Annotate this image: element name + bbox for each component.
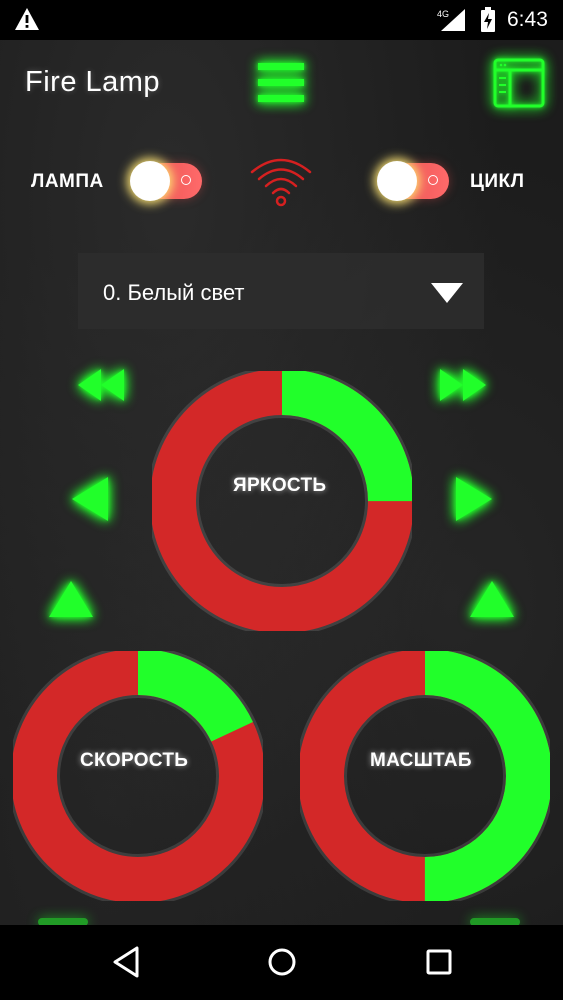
- cycle-toggle[interactable]: [377, 161, 451, 201]
- cycle-toggle-label: ЦИКЛ: [470, 171, 525, 192]
- dropdown-arrow-icon: [431, 283, 463, 308]
- brightness-dial[interactable]: ЯРКОСТЬ: [147, 366, 417, 636]
- mode-select-value: 0. Белый свет: [103, 280, 245, 305]
- home-icon[interactable]: [266, 945, 298, 984]
- rewind-button[interactable]: [74, 366, 128, 409]
- signal-icon: 4G: [437, 8, 469, 37]
- window-panel-icon[interactable]: [492, 57, 546, 114]
- scale-dial[interactable]: МАСШТАБ: [295, 646, 555, 906]
- status-clock: 6:43: [507, 8, 548, 31]
- lamp-toggle[interactable]: [130, 161, 204, 201]
- toggle-off-indicator-icon: [428, 175, 438, 185]
- toggle-off-indicator-icon: [181, 175, 191, 185]
- mode-select[interactable]: 0. Белый свет: [78, 253, 484, 329]
- speed-up-button[interactable]: [47, 578, 95, 625]
- app-screen: 4G 6:43 Fire Lamp ЛАМПА ЦИКЛ 0. Белый св…: [0, 0, 563, 1000]
- system-navigation-bar: [0, 925, 563, 1000]
- back-icon[interactable]: [111, 945, 141, 984]
- scale-up-button[interactable]: [468, 578, 516, 625]
- brightness-dial-label: ЯРКОСТЬ: [233, 475, 327, 496]
- speed-dial[interactable]: СКОРОСТЬ: [8, 646, 268, 906]
- status-bar: 4G 6:43: [0, 0, 563, 40]
- fast-forward-button[interactable]: [436, 366, 490, 409]
- app-title: Fire Lamp: [25, 66, 161, 98]
- previous-button[interactable]: [68, 475, 112, 528]
- recent-apps-icon[interactable]: [424, 945, 454, 984]
- cycle-toggle-knob: [377, 161, 417, 201]
- lamp-toggle-knob: [130, 161, 170, 201]
- wifi-icon: [248, 152, 314, 213]
- scale-dial-label: МАСШТАБ: [370, 750, 472, 771]
- lamp-toggle-label: ЛАМПА: [31, 171, 104, 192]
- warning-icon: [14, 7, 40, 36]
- battery-charging-icon: [480, 7, 496, 38]
- speed-dial-label: СКОРОСТЬ: [80, 750, 189, 771]
- hamburger-menu-icon[interactable]: [256, 60, 306, 111]
- next-button[interactable]: [452, 475, 496, 528]
- network-type: 4G: [437, 9, 449, 19]
